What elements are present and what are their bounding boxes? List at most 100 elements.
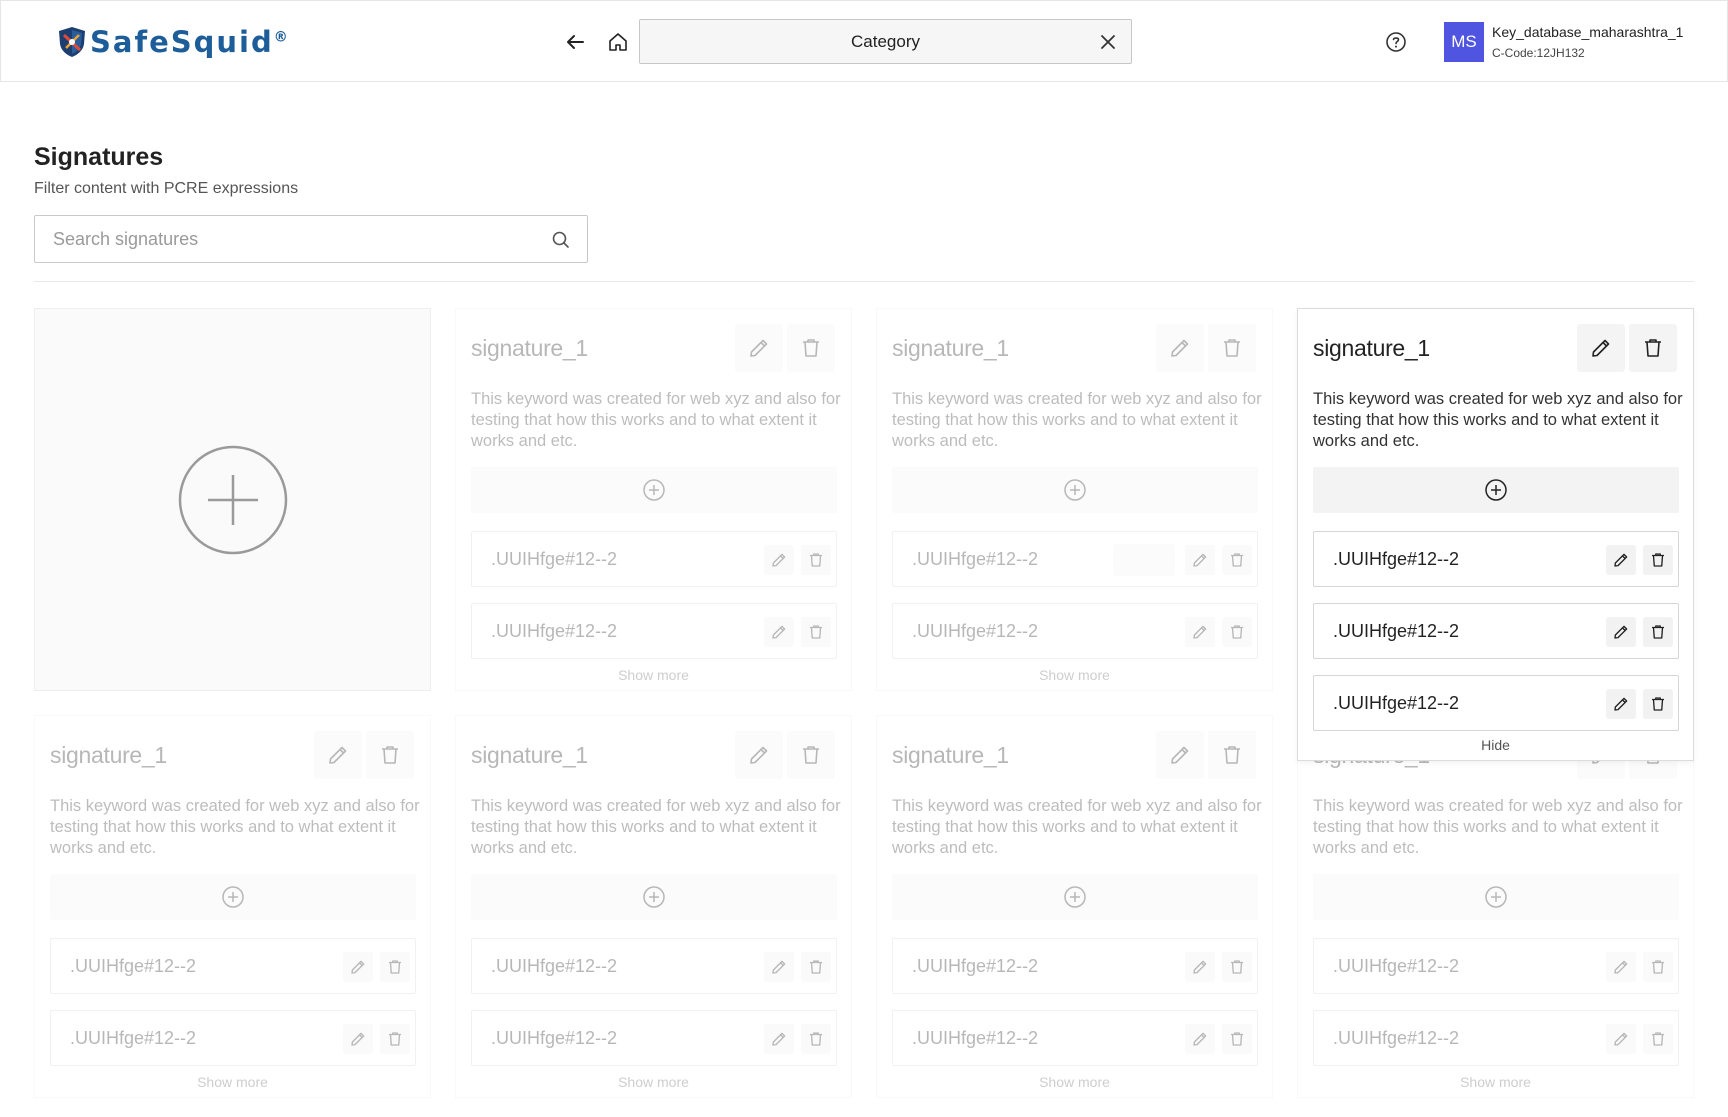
pencil-icon[interactable] xyxy=(735,324,783,372)
page-title: Signatures xyxy=(34,143,164,171)
show-more-link[interactable]: Show more xyxy=(877,667,1272,683)
safesquid-logo[interactable]: SafeSquid® xyxy=(57,25,290,59)
signature-entry[interactable]: .UUIHfge#12--2 xyxy=(471,1010,837,1066)
pencil-icon[interactable] xyxy=(314,731,362,779)
pencil-icon[interactable] xyxy=(1577,324,1625,372)
pencil-icon[interactable] xyxy=(764,1024,794,1054)
hide-link[interactable]: Hide xyxy=(1298,737,1693,753)
help-icon[interactable] xyxy=(1381,27,1411,57)
signature-title: signature_1 xyxy=(892,742,1009,768)
trash-icon[interactable] xyxy=(787,731,835,779)
signature-entry[interactable]: .UUIHfge#12--2 xyxy=(471,531,837,587)
signature-title: signature_1 xyxy=(471,335,588,361)
entry-pattern: .UUIHfge#12--2 xyxy=(912,621,1039,641)
add-entry-button[interactable] xyxy=(892,467,1258,513)
entry-pattern: .UUIHfge#12--2 xyxy=(1333,1028,1460,1048)
pencil-icon[interactable] xyxy=(1606,1024,1636,1054)
trash-icon[interactable] xyxy=(380,1024,410,1054)
add-entry-button[interactable] xyxy=(50,874,416,920)
trash-icon[interactable] xyxy=(1643,1024,1673,1054)
avatar[interactable]: MS xyxy=(1444,22,1484,62)
entry-pattern: .UUIHfge#12--2 xyxy=(491,549,618,569)
trash-icon[interactable] xyxy=(366,731,414,779)
trash-icon[interactable] xyxy=(1629,324,1677,372)
signature-entry[interactable]: .UUIHfge#12--2 xyxy=(892,603,1258,659)
home-icon[interactable] xyxy=(603,27,633,57)
signature-entry[interactable]: .UUIHfge#12--2 xyxy=(50,938,416,994)
pencil-icon[interactable] xyxy=(1606,545,1636,575)
trash-icon[interactable] xyxy=(1643,545,1673,575)
signature-entry[interactable]: .UUIHfge#12--2 xyxy=(471,603,837,659)
pencil-icon[interactable] xyxy=(735,731,783,779)
pencil-icon[interactable] xyxy=(764,545,794,575)
trash-icon[interactable] xyxy=(380,952,410,982)
signature-entry[interactable]: .UUIHfge#12--2 xyxy=(892,531,1258,587)
pencil-icon[interactable] xyxy=(1156,731,1204,779)
plus-circle-icon xyxy=(222,886,244,908)
show-more-link[interactable]: Show more xyxy=(877,1074,1272,1090)
show-more-link[interactable]: Show more xyxy=(456,1074,851,1090)
pencil-icon[interactable] xyxy=(1606,617,1636,647)
show-more-link[interactable]: Show more xyxy=(1298,1074,1693,1090)
signature-card[interactable]: signature_1 This keyword was created for… xyxy=(455,715,852,1098)
signature-entry[interactable]: .UUIHfge#12--2 xyxy=(892,938,1258,994)
signature-entry[interactable]: .UUIHfge#12--2 xyxy=(1313,1010,1679,1066)
trash-icon[interactable] xyxy=(801,952,831,982)
add-entry-button[interactable] xyxy=(471,467,837,513)
trash-icon[interactable] xyxy=(801,1024,831,1054)
signature-entry[interactable]: .UUIHfge#12--2 xyxy=(1313,531,1679,587)
signature-entry[interactable]: .UUIHfge#12--2 xyxy=(50,1010,416,1066)
signature-description: This keyword was created for web xyz and… xyxy=(471,390,841,450)
search-input[interactable] xyxy=(53,216,533,262)
pencil-icon[interactable] xyxy=(1185,617,1215,647)
category-field[interactable]: Category xyxy=(639,19,1132,64)
add-entry-button[interactable] xyxy=(1313,874,1679,920)
trash-icon[interactable] xyxy=(1222,545,1252,575)
trash-icon[interactable] xyxy=(1208,324,1256,372)
signature-card[interactable]: signature_1 This keyword was created for… xyxy=(876,308,1273,691)
show-more-link[interactable]: Show more xyxy=(35,1074,430,1090)
signature-card-expanded[interactable]: signature_1 This keyword was created for… xyxy=(1297,308,1694,761)
back-arrow-icon[interactable] xyxy=(560,27,590,57)
signature-entry[interactable]: .UUIHfge#12--2 xyxy=(1313,603,1679,659)
add-entry-button[interactable] xyxy=(471,874,837,920)
signature-entry[interactable]: .UUIHfge#12--2 xyxy=(1313,938,1679,994)
show-more-link[interactable]: Show more xyxy=(456,667,851,683)
signature-entry[interactable]: .UUIHfge#12--2 xyxy=(1313,675,1679,731)
search-icon[interactable] xyxy=(551,230,571,250)
signature-description: This keyword was created for web xyz and… xyxy=(1313,797,1683,857)
pencil-icon[interactable] xyxy=(1185,545,1215,575)
pencil-icon[interactable] xyxy=(1606,952,1636,982)
trash-icon[interactable] xyxy=(1222,1024,1252,1054)
add-entry-button[interactable] xyxy=(892,874,1258,920)
trash-icon[interactable] xyxy=(1643,952,1673,982)
trash-icon[interactable] xyxy=(801,545,831,575)
signature-card[interactable]: signature_1 This keyword was created for… xyxy=(1297,715,1694,1098)
trash-icon[interactable] xyxy=(1222,617,1252,647)
signature-title: signature_1 xyxy=(1313,335,1430,361)
signature-card[interactable]: signature_1 This keyword was created for… xyxy=(876,715,1273,1098)
pencil-icon[interactable] xyxy=(1156,324,1204,372)
trash-icon[interactable] xyxy=(1222,952,1252,982)
add-signature-card[interactable] xyxy=(34,308,431,691)
close-icon[interactable] xyxy=(1097,31,1119,53)
add-entry-button[interactable] xyxy=(1313,467,1679,513)
pencil-icon[interactable] xyxy=(343,952,373,982)
signature-entry[interactable]: .UUIHfge#12--2 xyxy=(471,938,837,994)
pencil-icon[interactable] xyxy=(764,952,794,982)
pencil-icon[interactable] xyxy=(1185,1024,1215,1054)
trash-icon[interactable] xyxy=(1208,731,1256,779)
pencil-icon[interactable] xyxy=(1185,952,1215,982)
trash-icon[interactable] xyxy=(801,617,831,647)
signature-card[interactable]: signature_1 This keyword was created for… xyxy=(34,715,431,1098)
signature-card[interactable]: signature_1 This keyword was created for… xyxy=(455,308,852,691)
trash-icon[interactable] xyxy=(1643,617,1673,647)
hover-chip xyxy=(1113,544,1175,576)
pencil-icon[interactable] xyxy=(1606,689,1636,719)
trash-icon[interactable] xyxy=(787,324,835,372)
pencil-icon[interactable] xyxy=(343,1024,373,1054)
signature-entry[interactable]: .UUIHfge#12--2 xyxy=(892,1010,1258,1066)
trash-icon[interactable] xyxy=(1643,689,1673,719)
pencil-icon[interactable] xyxy=(764,617,794,647)
signature-title: signature_1 xyxy=(471,742,588,768)
